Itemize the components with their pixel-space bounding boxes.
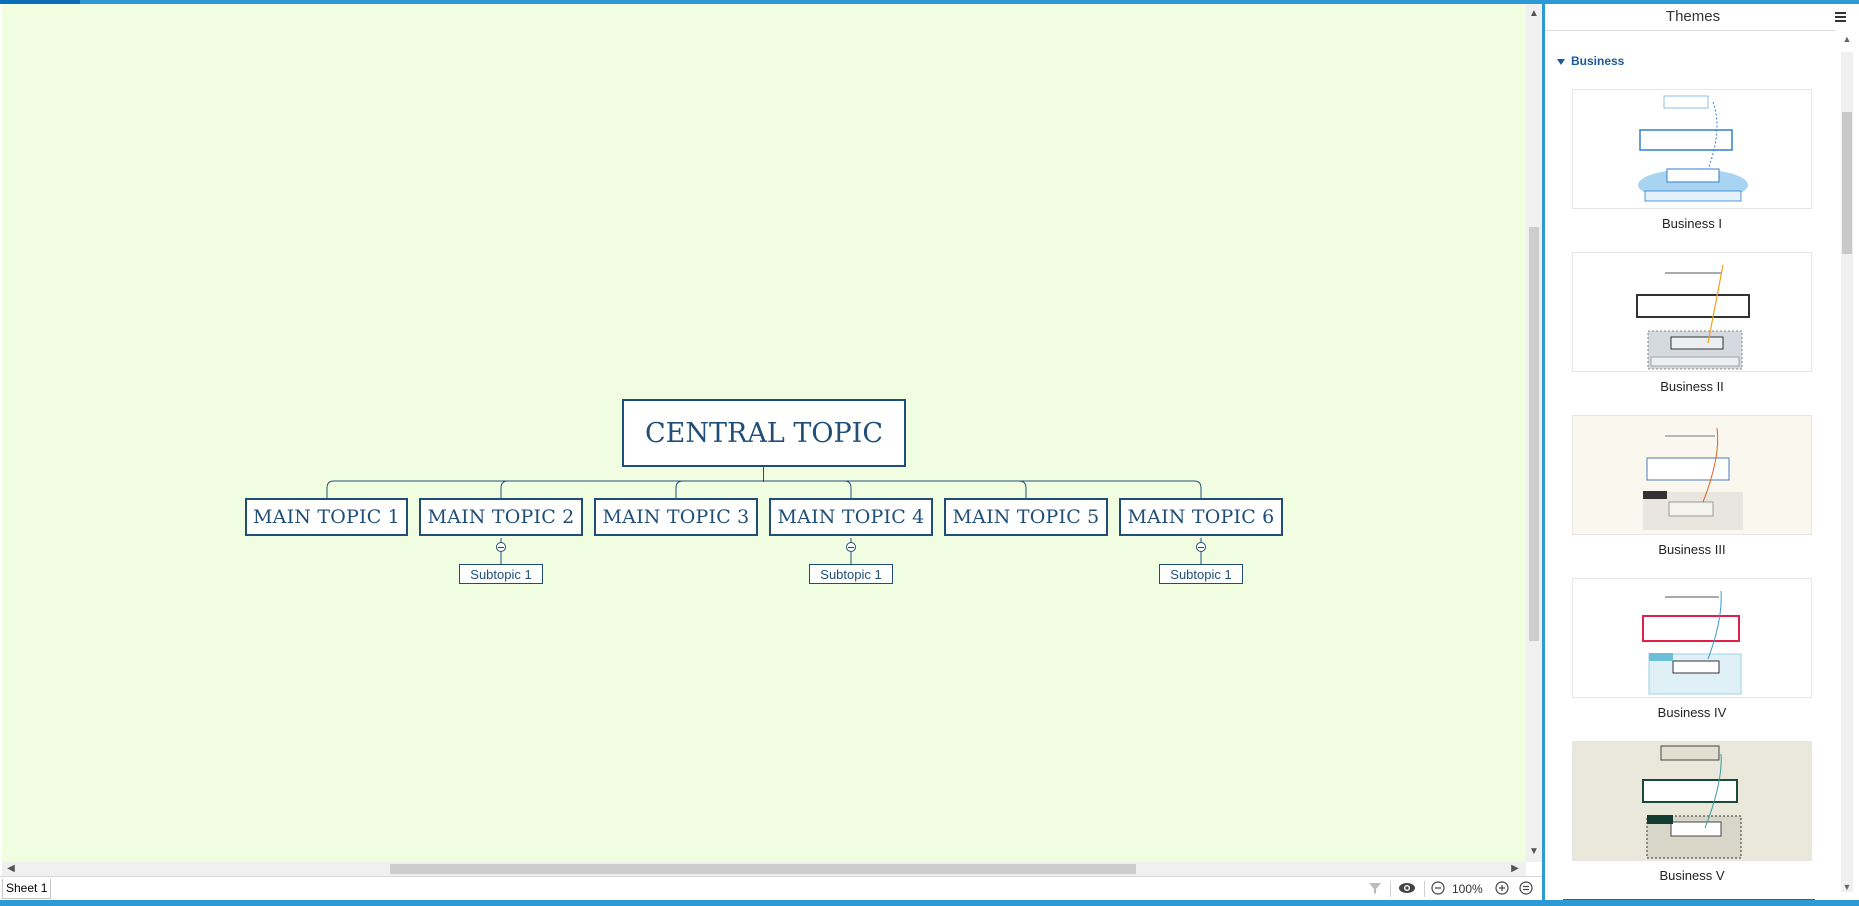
scroll-down-icon[interactable]: ▼ — [1526, 844, 1542, 860]
panel-scrollbar[interactable]: ▲ ▼ — [1835, 30, 1859, 900]
subtopic-topic-6[interactable]: Subtopic 1 — [1159, 564, 1243, 584]
theme-card-business-5[interactable] — [1572, 741, 1812, 861]
eye-icon[interactable] — [1396, 881, 1418, 897]
themes-panel: Themes Business Business I Business II B… — [1545, 4, 1859, 900]
filter-icon[interactable] — [1366, 881, 1384, 897]
zoom-in-icon[interactable] — [1494, 881, 1510, 897]
collapse-toggle-topic-6[interactable] — [1196, 542, 1206, 552]
canvas-horizontal-scrollbar[interactable]: ◀ ▶ — [2, 862, 1526, 876]
subtopic-topic-2[interactable]: Subtopic 1 — [459, 564, 543, 584]
theme-preview — [1573, 416, 1811, 534]
collapse-triangle-icon — [1557, 58, 1565, 65]
theme-preview — [1573, 742, 1811, 860]
status-bar: Sheet 1 100% — [0, 876, 1542, 901]
main-topic-2[interactable]: MAIN TOPIC 2 — [419, 498, 583, 536]
theme-label-4: Business IV — [1657, 705, 1727, 720]
main-topic-4[interactable]: MAIN TOPIC 4 — [769, 498, 933, 536]
mind-map-canvas[interactable]: CENTRAL TOPIC MAIN TOPIC 1 MAIN TOPIC 2 … — [2, 4, 1526, 862]
scroll-left-icon[interactable]: ◀ — [4, 862, 18, 876]
theme-label-2: Business II — [1660, 379, 1724, 394]
theme-card-business-1[interactable] — [1572, 89, 1812, 209]
collapse-toggle-topic-4[interactable] — [846, 542, 856, 552]
theme-label-1: Business I — [1662, 216, 1722, 231]
theme-preview — [1573, 253, 1811, 371]
subtopic-topic-4[interactable]: Subtopic 1 — [809, 564, 893, 584]
scroll-right-icon[interactable]: ▶ — [1508, 862, 1522, 876]
bottom-accent-bar — [0, 900, 1859, 906]
main-topic-1[interactable]: MAIN TOPIC 1 — [245, 498, 408, 536]
scroll-down-icon[interactable]: ▼ — [1841, 882, 1853, 896]
scroll-up-icon[interactable]: ▲ — [1526, 6, 1542, 22]
panel-scroll-thumb[interactable] — [1842, 112, 1852, 254]
horizontal-scroll-thumb[interactable] — [390, 864, 1136, 874]
panel-title: Themes — [1545, 4, 1841, 31]
status-divider — [1424, 881, 1425, 897]
zoom-out-icon[interactable] — [1430, 881, 1446, 897]
theme-preview — [1573, 90, 1811, 208]
theme-preview — [1573, 579, 1811, 697]
sheet-tab[interactable]: Sheet 1 — [2, 879, 52, 899]
zoom-level: 100% — [1452, 882, 1483, 896]
section-label: Business — [1571, 54, 1625, 68]
canvas-vertical-scrollbar[interactable]: ▲ ▼ — [1526, 4, 1542, 862]
main-topic-6[interactable]: MAIN TOPIC 6 — [1119, 498, 1283, 536]
section-business[interactable]: Business — [1557, 54, 1624, 68]
theme-label-3: Business III — [1658, 542, 1726, 557]
theme-label-5: Business V — [1659, 868, 1725, 883]
status-divider — [1390, 881, 1391, 897]
theme-card-business-4[interactable] — [1572, 578, 1812, 698]
vertical-scroll-thumb[interactable] — [1529, 227, 1539, 641]
scroll-up-icon[interactable]: ▲ — [1841, 34, 1853, 48]
main-topic-5[interactable]: MAIN TOPIC 5 — [944, 498, 1108, 536]
theme-card-business-2[interactable] — [1572, 252, 1812, 372]
theme-card-business-3[interactable] — [1572, 415, 1812, 535]
collapse-toggle-topic-2[interactable] — [496, 542, 506, 552]
main-topic-3[interactable]: MAIN TOPIC 3 — [594, 498, 758, 536]
central-topic[interactable]: CENTRAL TOPIC — [622, 399, 906, 467]
panel-menu-icon[interactable] — [1830, 8, 1848, 26]
fit-icon[interactable] — [1518, 881, 1534, 897]
